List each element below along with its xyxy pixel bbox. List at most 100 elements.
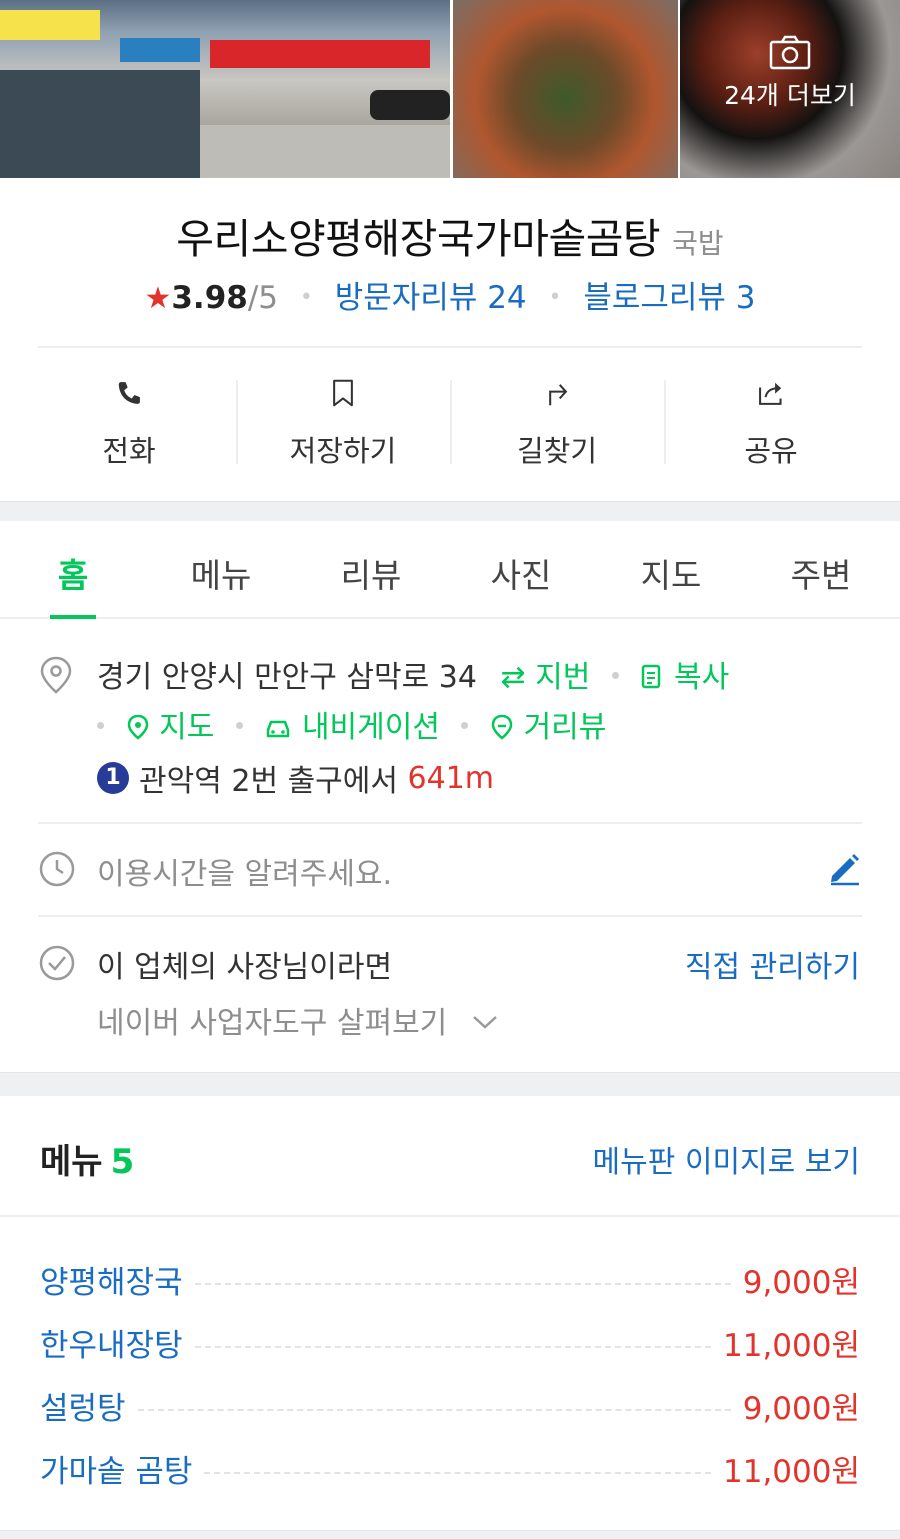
business-tools-toggle[interactable]: 네이버 사업자도구 살펴보기 (97, 998, 499, 1042)
menu-item[interactable]: 양평해장국 9,000원 (40, 1248, 860, 1311)
menu-count: 5 (110, 1142, 135, 1182)
streetview-label: 거리뷰 (523, 710, 607, 745)
map-pin-icon (127, 714, 148, 740)
business-tools-label: 네이버 사업자도구 살펴보기 (97, 1006, 448, 1041)
save-label: 저장하기 (289, 434, 397, 468)
tab-home[interactable]: 홈 (0, 521, 146, 619)
more-photos-label: 24개 더보기 (724, 81, 856, 110)
call-label: 전화 (102, 434, 156, 468)
menu-item-name: 양평해장국 (40, 1265, 183, 1301)
streetview-icon (491, 714, 513, 740)
menu-item-name: 설렁탕 (40, 1391, 126, 1427)
section-gap (0, 501, 900, 521)
menu-item[interactable]: 한우내장탕 11,000원 (40, 1311, 860, 1374)
manage-link[interactable]: 직접 관리하기 (685, 942, 860, 986)
share-label: 공유 (744, 434, 798, 468)
store-entrance (0, 70, 200, 178)
menu-list: 양평해장국 9,000원 한우내장탕 11,000원 설렁탕 9,000원 가마… (40, 1248, 860, 1500)
tab-map[interactable]: 지도 (596, 521, 746, 617)
swap-icon: ⇄ (500, 660, 526, 695)
action-bar: 전화 저장하기 길찾기 공유 (22, 370, 878, 470)
menu-item-price: 9,000원 (742, 1265, 860, 1301)
car-icon (267, 720, 290, 738)
section-gap (0, 1072, 900, 1096)
star-icon: ★ (144, 281, 172, 316)
copy-button[interactable]: 복사 (640, 660, 729, 695)
call-button[interactable]: 전화 (22, 370, 236, 470)
separator-dot (611, 672, 619, 679)
check-circle-icon (39, 945, 75, 981)
food-photo-soup[interactable] (453, 0, 678, 178)
copy-label: 복사 (674, 660, 730, 695)
tab-nearby[interactable]: 주변 (746, 521, 896, 617)
camera-icon (769, 35, 811, 70)
tab-bar: 홈 메뉴 리뷰 사진 지도 주변 (0, 521, 900, 619)
section-gap (0, 1530, 900, 1539)
share-icon (759, 382, 782, 405)
leader-dots (204, 1471, 711, 1474)
photo-strip[interactable]: 24개 더보기 (0, 0, 900, 178)
menu-item[interactable]: 설렁탕 9,000원 (40, 1374, 860, 1437)
menu-item[interactable]: 가마솥 곰탕 11,000원 (40, 1437, 860, 1500)
divider (0, 1215, 900, 1217)
station-exit: 2번 출구에서 (231, 764, 398, 799)
parked-car (370, 90, 450, 120)
hours-prompt[interactable]: 이용시간을 알려주세요. (97, 849, 392, 893)
separator-dot (97, 722, 104, 729)
menu-item-name: 한우내장탕 (40, 1328, 183, 1364)
address-row: 경기 안양시 만안구 삼막로 34 ⇄ 지번 복사 (97, 652, 729, 696)
divider (38, 346, 862, 348)
tab-review[interactable]: 리뷰 (296, 521, 446, 617)
menu-title-label: 메뉴 (40, 1142, 103, 1182)
separator-dot: • (299, 285, 313, 310)
more-photos-tile[interactable]: 24개 더보기 (679, 0, 900, 178)
menu-item-price: 11,000원 (723, 1454, 860, 1490)
more-photos-button[interactable]: 24개 더보기 (680, 34, 900, 112)
save-button[interactable]: 저장하기 (236, 370, 450, 470)
banner-sign (210, 40, 430, 68)
directions-label: 길찾기 (516, 434, 598, 468)
phone-icon (118, 382, 140, 404)
map-link[interactable]: 지도 (126, 710, 215, 745)
clock-icon (39, 851, 75, 887)
visitor-review-link[interactable]: 방문자리뷰 24 (335, 280, 527, 316)
divider (38, 915, 862, 917)
jibun-toggle[interactable]: ⇄ 지번 (500, 660, 590, 695)
gs25-sign (120, 38, 200, 62)
directions-button[interactable]: 길찾기 (450, 370, 664, 470)
tab-photo[interactable]: 사진 (446, 521, 596, 617)
menu-item-price: 11,000원 (723, 1328, 860, 1364)
address-text: 경기 안양시 만안구 삼막로 34 (97, 660, 477, 695)
subway-line-badge: 1 (97, 762, 129, 794)
blog-review-link[interactable]: 블로그리뷰 3 (583, 280, 755, 316)
streetview-link[interactable]: 거리뷰 (490, 710, 606, 745)
address-links: 지도 내비게이션 거리뷰 (97, 702, 606, 746)
rating-max: /5 (247, 280, 279, 316)
storefront-photo[interactable] (0, 0, 450, 178)
jibun-label: 지번 (535, 660, 591, 695)
share-button[interactable]: 공유 (664, 370, 878, 470)
menu-item-price: 9,000원 (742, 1391, 860, 1427)
separator-dot: • (548, 285, 562, 310)
copy-icon (642, 664, 661, 689)
place-name: 우리소양평해장국가마솥곰탕 (176, 215, 661, 263)
leader-dots (194, 1345, 711, 1348)
edit-pencil-icon[interactable] (826, 850, 862, 886)
bookmark-icon (333, 379, 353, 407)
navigation-label: 내비게이션 (301, 710, 440, 745)
location-pin-icon (40, 656, 72, 694)
chevron-down-icon (472, 1016, 497, 1029)
menu-image-link[interactable]: 메뉴판 이미지로 보기 (593, 1137, 860, 1181)
menu-section-title: 메뉴 5 (40, 1134, 134, 1183)
station-name: 관악역 (139, 764, 222, 799)
rating-row: ★3.98/5 • 방문자리뷰 24 • 블로그리뷰 3 (0, 272, 900, 317)
navigation-link[interactable]: 내비게이션 (264, 710, 440, 745)
leader-dots (194, 1282, 731, 1285)
station-distance: 641m (407, 760, 495, 796)
place-header: 우리소양평해장국가마솥곰탕 국밥 (0, 205, 900, 265)
divider (38, 822, 862, 824)
separator-dot (461, 722, 469, 729)
map-label: 지도 (159, 710, 215, 745)
tab-menu[interactable]: 메뉴 (146, 521, 296, 617)
owner-prompt: 이 업체의 사장님이라면 (97, 950, 393, 985)
